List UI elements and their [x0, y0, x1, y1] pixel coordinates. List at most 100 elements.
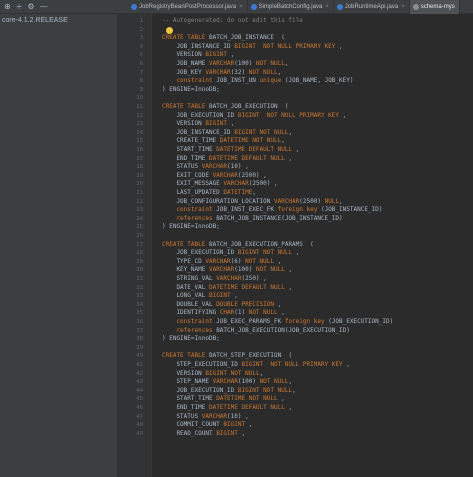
code-line[interactable]: EXIT_CODE VARCHAR(2500) ,	[152, 172, 473, 181]
code-token: ,	[277, 309, 285, 317]
line-number: 45	[136, 396, 143, 403]
code-line[interactable]: LONG_VAL BIGINT ,	[152, 292, 473, 301]
code-token: NOT NULL	[255, 266, 285, 274]
tab-label: JobRuntimeApi.java	[344, 3, 399, 10]
project-tree-item[interactable]: core-4.1.2.RELEASE	[2, 17, 68, 24]
code-line[interactable]: references BATCH_JOB_INSTANCE(JOB_INSTAN…	[152, 215, 473, 224]
tab-simple-batch-config[interactable]: SimpleBatchConfig.java ×	[248, 0, 334, 14]
code-line[interactable]: JOB_NAME VARCHAR(100) NOT NULL,	[152, 60, 473, 69]
code-token: JOB_INSTANCE_ID	[162, 128, 235, 136]
code-line[interactable]: STEP_EXECUTION_ID BIGINT NOT NULL PRIMAR…	[152, 361, 473, 370]
code-line[interactable]: DOUBLE_VAL DOUBLE PRECISION ,	[152, 301, 473, 310]
code-line[interactable]: JOB_CONFIGURATION_LOCATION VARCHAR(2500)…	[152, 198, 473, 207]
code-line[interactable]: JOB_KEY VARCHAR(32) NOT NULL,	[152, 69, 473, 78]
code-token: VARCHAR	[208, 266, 235, 274]
lightbulb-icon[interactable]	[166, 26, 173, 34]
line-number: 22	[136, 198, 143, 205]
code-token: START_TIME	[162, 146, 217, 153]
code-line[interactable]: CREATE TABLE BATCH_JOB_INSTANCE (	[152, 34, 473, 43]
code-token: NOT NULL	[245, 395, 278, 403]
code-line[interactable]: JOB_EXECUTION_ID BIGINT NOT NULL PRIMARY…	[152, 112, 473, 121]
code-line[interactable]: JOB_EXECUTION_ID BIGINT NOT NULL,	[152, 387, 473, 396]
code-line[interactable]: KEY_NAME VARCHAR(100) NOT NULL ,	[152, 266, 473, 275]
java-file-icon	[336, 3, 343, 10]
code-line[interactable]: END_TIME DATETIME DEFAULT NULL ,	[152, 404, 473, 413]
code-token: ,	[277, 395, 285, 403]
line-number: 5	[139, 52, 143, 59]
code-token: VARCHAR	[212, 171, 238, 179]
code-line[interactable]: END_TIME DATETIME DEFAULT NULL ,	[152, 155, 473, 164]
code-line[interactable]: references BATCH_JOB_EXECUTION(JOB_EXECU…	[152, 327, 473, 336]
tab-schema-mysql[interactable]: schema-mys	[409, 0, 460, 14]
code-line[interactable]: CREATE TABLE BATCH_JOB_EXECUTION_PARAMS …	[152, 241, 473, 250]
code-line[interactable]: -- Autogenerated: do not edit this file	[152, 17, 473, 26]
line-number: 15	[136, 138, 143, 145]
line-number: 10	[136, 95, 143, 102]
code-token: CREATE_TIME	[162, 137, 220, 145]
code-line[interactable]: STATUS VARCHAR(10) ,	[152, 413, 473, 422]
code-token: START_TIME	[162, 395, 217, 403]
code-token: NOT NULL	[259, 386, 293, 394]
code-line[interactable]: LAST_UPDATED DATETIME,	[152, 189, 473, 198]
code-line[interactable]: ) ENGINE=InnoDB;	[152, 223, 473, 232]
code-line[interactable]: DATE_VAL DATETIME DEFAULT NULL ,	[152, 284, 473, 293]
code-line[interactable]: VERSION BIGINT ,	[152, 51, 473, 60]
code-line[interactable]: CREATE TABLE BATCH_JOB_EXECUTION (	[152, 103, 473, 112]
split-icon[interactable]: ÷	[16, 0, 23, 14]
code-token: JOB_EXEC_PARAMS_FK	[216, 318, 285, 325]
code-token: JOB_INST_UN	[216, 77, 260, 85]
code-line[interactable]: constraint JOB_INST_EXEC_FK foreign key …	[152, 206, 473, 215]
minimize-icon[interactable]: —	[40, 0, 48, 14]
java-file-icon	[131, 3, 137, 10]
code-token: VARCHAR	[205, 257, 231, 265]
code-token: ,	[339, 197, 343, 205]
code-line[interactable]: STEP_NAME VARCHAR(100) NOT NULL,	[152, 378, 473, 387]
code-line[interactable]	[152, 94, 473, 103]
code-line[interactable]: START_TIME DATETIME DEFAULT NULL ,	[152, 146, 473, 155]
tab-label: SimpleBatchConfig.java	[258, 3, 323, 10]
code-line[interactable]: constraint JOB_EXEC_PARAMS_FK foreign ke…	[152, 318, 473, 327]
code-line[interactable]: STATUS VARCHAR(10) ,	[152, 163, 473, 172]
code-line[interactable]: TYPE_CD VARCHAR(6) NOT NULL ,	[152, 258, 473, 267]
code-line[interactable]: START_TIME DATETIME NOT NULL ,	[152, 395, 473, 404]
code-line[interactable]	[152, 26, 473, 35]
code-token: (32)	[230, 68, 249, 76]
gear-icon[interactable]: ⚙	[27, 0, 34, 14]
code-line[interactable]: JOB_EXECUTION_ID BIGINT NOT NULL ,	[152, 249, 473, 258]
code-line[interactable]	[152, 344, 473, 353]
code-token: VARCHAR	[201, 163, 228, 171]
tab-job-runtime-api[interactable]: JobRuntimeApi.java ×	[334, 0, 410, 14]
code-line[interactable]: CREATE TABLE BATCH_STEP_EXECUTION (	[152, 352, 473, 361]
code-line[interactable]	[152, 232, 473, 241]
line-number: 32	[136, 284, 143, 291]
line-number: 16	[136, 147, 143, 153]
tab-job-registry[interactable]: JobRegistryBeanPostProcessor.java ×	[128, 0, 248, 14]
code-line[interactable]: JOB_INSTANCE_ID BIGINT NOT NULL,	[152, 129, 473, 138]
code-line[interactable]: ) ENGINE=InnoDB;	[152, 335, 473, 344]
code-line[interactable]: VERSION BIGINT ,	[152, 120, 473, 129]
code-line[interactable]: COMMIT_COUNT BIGINT ,	[152, 421, 473, 430]
code-token: (JOB_EXECUTION_ID)	[328, 318, 394, 325]
line-number-gutter: 1 2 3 4 5 6 7 8 9 10 11 12 13 14 15 16 17 18 19 20 21 22 23 24 2…	[118, 14, 152, 477]
code-line[interactable]: STRING_VAL VARCHAR(250) ,	[152, 275, 473, 284]
code-line[interactable]: EXIT_MESSAGE VARCHAR(2500) ,	[152, 180, 473, 189]
close-icon[interactable]: ×	[401, 4, 405, 10]
code-token: VERSION	[162, 120, 206, 128]
code-token: VARCHAR	[208, 60, 235, 67]
code-line[interactable]: ) ENGINE=InnoDB;	[152, 86, 473, 95]
code-token: ,	[288, 378, 293, 386]
code-token: BIGINT	[237, 249, 260, 257]
code-line[interactable]: JOB_INSTANCE_ID BIGINT NOT NULL PRIMARY …	[152, 43, 473, 52]
code-line[interactable]: VERSION BIGINT NOT NULL,	[152, 370, 473, 379]
code-line[interactable]: CREATE_TIME DATETIME NOT NULL,	[152, 137, 473, 146]
code-editor[interactable]: -- Autogenerated: do not edit this file C…	[152, 14, 473, 477]
code-line[interactable]: READ_COUNT BIGINT ,	[152, 430, 473, 439]
close-icon[interactable]: ×	[239, 4, 243, 10]
code-line[interactable]: constraint JOB_INST_UN unique (JOB_NAME,…	[152, 77, 473, 86]
target-icon[interactable]: ⊕	[4, 0, 11, 14]
code-token: END_TIME	[162, 404, 209, 411]
close-icon[interactable]: ×	[325, 4, 329, 10]
code-line[interactable]: IDENTIFYING CHAR(1) NOT NULL ,	[152, 309, 473, 318]
line-number: 44	[136, 387, 143, 394]
code-token: (100)	[237, 378, 260, 386]
